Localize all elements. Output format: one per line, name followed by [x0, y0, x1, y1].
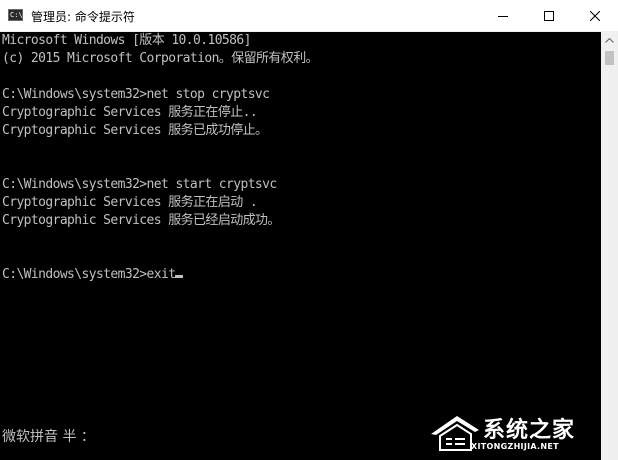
- title-bar[interactable]: C:\ 管理员: 命令提示符: [0, 0, 618, 32]
- watermark: 系统之家 XITONGZHIJIA.NET: [427, 410, 595, 456]
- scroll-up-button[interactable]: [601, 32, 618, 49]
- close-icon: [590, 11, 600, 21]
- watermark-title: 系统之家: [483, 418, 576, 443]
- minimize-button[interactable]: [480, 0, 526, 32]
- watermark-subtitle: XITONGZHIJIA.NET: [471, 442, 559, 451]
- console-lines: Microsoft Windows [版本 10.0.10586] (c) 20…: [2, 32, 319, 284]
- chevron-up-icon: [605, 38, 614, 43]
- console-line: C:\Windows\system32>net stop cryptsvc: [2, 87, 270, 102]
- command-prompt-window: C:\ 管理员: 命令提示符 Microsoft Windows [版本 10.…: [0, 0, 618, 460]
- command-input-line[interactable]: C:\Windows\system32>exit: [2, 266, 318, 284]
- console-line: (c) 2015 Microsoft Corporation。保留所有权利。: [2, 51, 319, 66]
- window-controls: [480, 0, 618, 32]
- window-title: 管理员: 命令提示符: [31, 10, 135, 24]
- console-line: Cryptographic Services 服务已经启动成功。: [2, 213, 280, 228]
- ime-status-bar: 微软拼音 半 ：: [2, 429, 95, 445]
- vertical-scrollbar[interactable]: [601, 32, 618, 460]
- close-button[interactable]: [572, 0, 618, 32]
- minimize-icon: [498, 16, 508, 17]
- text-cursor: [175, 275, 184, 278]
- console-line: Microsoft Windows [版本 10.0.10586]: [2, 33, 251, 48]
- console-line: C:\Windows\system32>net start cryptsvc: [2, 177, 277, 192]
- console-output[interactable]: Microsoft Windows [版本 10.0.10586] (c) 20…: [0, 32, 601, 460]
- maximize-button[interactable]: [526, 0, 572, 32]
- command-input-text[interactable]: C:\Windows\system32>exit: [2, 267, 176, 282]
- console-line: Cryptographic Services 服务已成功停止。: [2, 123, 268, 138]
- cmd-app-icon[interactable]: C:\: [8, 9, 23, 21]
- console-line: Cryptographic Services 服务正在启动 .: [2, 195, 258, 210]
- scroll-thumb[interactable]: [605, 51, 614, 65]
- console-line: Cryptographic Services 服务正在停止..: [2, 105, 258, 120]
- maximize-icon: [544, 11, 554, 21]
